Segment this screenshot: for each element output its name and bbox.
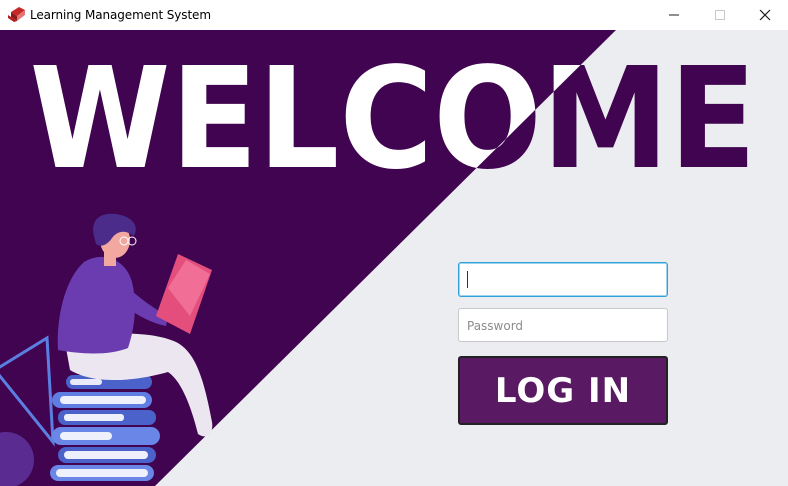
close-icon [759, 9, 771, 21]
minimize-icon [669, 14, 679, 16]
login-button-label: LOG IN [494, 370, 632, 411]
minimize-button[interactable] [651, 0, 697, 30]
welcome-background: WELCOME WELCOME [0, 30, 757, 486]
window-title: Learning Management System [30, 8, 211, 22]
maximize-icon [715, 10, 725, 20]
book-icon [8, 7, 25, 22]
login-button[interactable]: LOG IN [458, 356, 668, 425]
login-screen: WELCOME WELCOME [0, 30, 788, 486]
title-bar: Learning Management System [0, 0, 788, 30]
username-input[interactable] [458, 262, 668, 297]
maximize-button[interactable] [697, 0, 743, 30]
close-button[interactable] [742, 0, 788, 30]
password-input[interactable]: Password [458, 308, 668, 342]
password-placeholder: Password [467, 319, 524, 333]
text-caret [467, 271, 468, 288]
